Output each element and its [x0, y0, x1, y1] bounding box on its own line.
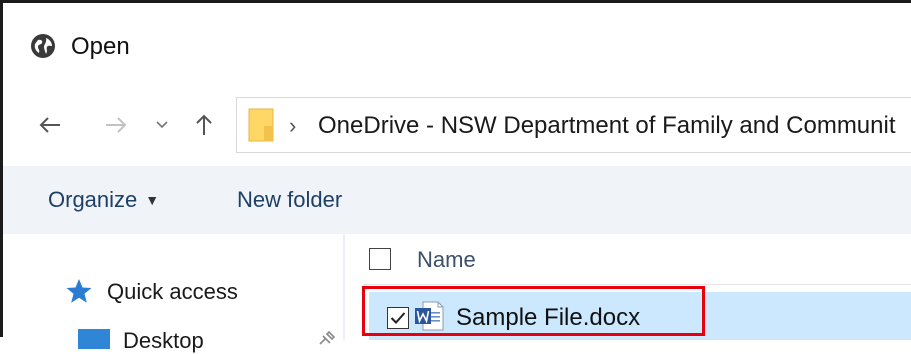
navigation-bar: › OneDrive - NSW Department of Family an…: [3, 91, 911, 163]
organize-button[interactable]: Organize ▼: [48, 187, 159, 213]
nav-item-quick-access[interactable]: Quick access: [107, 279, 238, 305]
back-button[interactable]: [33, 105, 67, 145]
desktop-icon: [78, 329, 110, 349]
file-row-checkbox[interactable]: [387, 307, 409, 329]
star-icon: [66, 279, 92, 303]
globe-icon: [31, 34, 55, 58]
file-row[interactable]: Sample File.docx: [369, 292, 911, 340]
chevron-down-icon: [156, 121, 168, 129]
new-folder-button[interactable]: New folder: [237, 187, 342, 213]
dialog-content: Quick access Desktop Name Sample File.do…: [3, 234, 911, 353]
organize-label: Organize: [48, 187, 138, 212]
up-button[interactable]: [187, 105, 221, 145]
navigation-pane: Quick access Desktop: [3, 234, 343, 353]
address-bar[interactable]: › OneDrive - NSW Department of Family an…: [236, 97, 911, 153]
forward-button[interactable]: [99, 105, 133, 145]
open-dialog: Open › OneDrive - NSW Department of Fami…: [0, 0, 911, 353]
arrow-up-icon: [196, 114, 212, 135]
caret-down-icon: ▼: [145, 192, 160, 208]
arrow-right-icon: [106, 117, 127, 133]
command-toolbar: Organize ▼ New folder: [3, 166, 911, 234]
arrow-left-icon: [39, 117, 60, 133]
recent-locations-button[interactable]: [149, 105, 175, 145]
window-title: Open: [71, 33, 130, 60]
column-header-name[interactable]: Name: [417, 247, 476, 273]
breadcrumb-onedrive[interactable]: OneDrive - NSW Department of Family and …: [318, 112, 896, 140]
word-document-icon: [415, 301, 444, 331]
checkmark-icon: [390, 312, 406, 324]
breadcrumb-separator: ›: [289, 113, 297, 138]
select-all-checkbox[interactable]: [369, 248, 391, 270]
pin-icon: [319, 330, 336, 345]
title-bar: Open: [3, 3, 911, 91]
nav-item-desktop[interactable]: Desktop: [123, 328, 204, 354]
header-divider: [363, 284, 911, 285]
file-list: Name Sample File.docx: [345, 234, 911, 340]
folder-icon: [248, 108, 274, 142]
file-name[interactable]: Sample File.docx: [456, 304, 640, 332]
